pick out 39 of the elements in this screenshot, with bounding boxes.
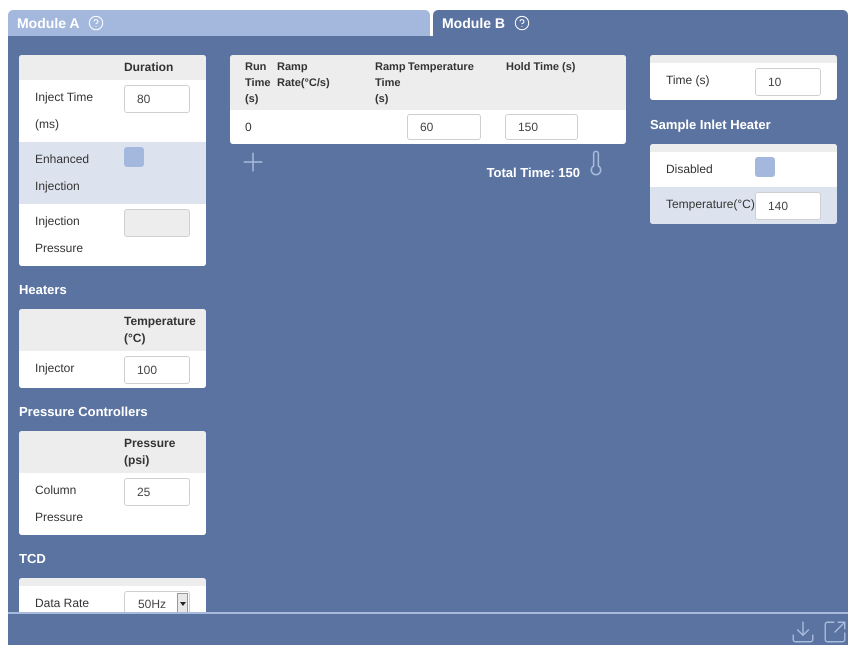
column-header: Duration [124,59,174,76]
section-title: Heaters [19,281,68,299]
field-label: Temperature(°C) [666,196,755,213]
field-label: Disabled [666,161,714,178]
column-header: Pressure (psi) [124,435,176,469]
help-icon[interactable] [88,15,104,31]
input-field[interactable]: 80 [124,85,190,113]
input-field[interactable]: 25 [124,478,190,506]
column-header: Hold Time (s) [506,60,576,75]
column-header: Ramp Rate(°C/s) [277,60,331,91]
external-link-icon[interactable] [822,619,848,645]
help-icon[interactable] [514,15,530,31]
field-label: Data Rate [35,595,90,612]
input-field[interactable]: 10 [755,68,821,96]
field-label: Inject Time (ms) [35,89,94,133]
checkbox[interactable] [124,147,144,167]
field-label: Time (s) [666,72,711,89]
field-label: Enhanced Injection [35,151,90,195]
column-header: Temperature (°C) [124,313,197,347]
section-title: Pressure Controllers [19,403,149,421]
column-header: Temperature [408,60,475,75]
checkbox[interactable] [755,157,775,177]
caret-icon [177,593,188,612]
input-field[interactable]: 100 [124,356,190,384]
input-field[interactable]: 140 [755,192,821,220]
input-field[interactable]: 150 [505,114,578,140]
input-field[interactable]: 60 [407,114,481,140]
column-header: Run Time (s) [245,60,272,107]
section-title: Sample Inlet Heater [650,116,772,134]
column-header: Ramp Time (s) [375,60,407,107]
download-icon[interactable] [790,619,816,645]
field-label: Injection Pressure [35,213,84,257]
field-label: Column Pressure [35,482,84,526]
section-title: TCD [19,550,47,568]
field-label: Injector [35,360,76,377]
total-time: Total Time: 150 [486,164,580,182]
tab[interactable]: Module B [433,10,848,36]
dropdown[interactable]: 50Hz [124,591,190,612]
table-cell-text: 0 [245,119,253,136]
